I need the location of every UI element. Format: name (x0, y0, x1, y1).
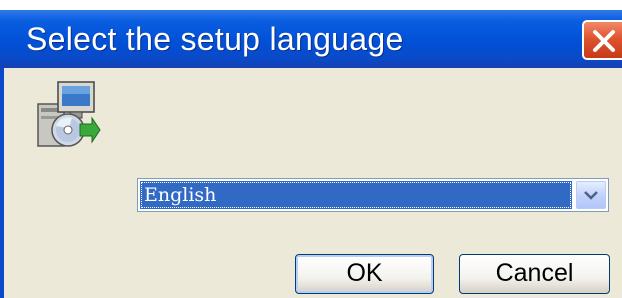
language-select[interactable]: English (137, 178, 609, 212)
close-icon (593, 30, 615, 52)
language-select-dropdown-button[interactable] (576, 181, 606, 209)
cancel-button[interactable]: Cancel (459, 254, 610, 294)
chevron-down-icon (584, 191, 598, 200)
setup-language-dialog: Select the setup language English OK Can… (0, 10, 622, 298)
language-select-value[interactable]: English (140, 181, 572, 209)
title-bar[interactable]: Select the setup language (0, 10, 622, 68)
setup-installer-icon (37, 81, 101, 147)
dialog-title: Select the setup language (26, 21, 404, 57)
window-border (0, 68, 4, 298)
close-button[interactable] (582, 20, 622, 60)
ok-button[interactable]: OK (295, 254, 434, 294)
